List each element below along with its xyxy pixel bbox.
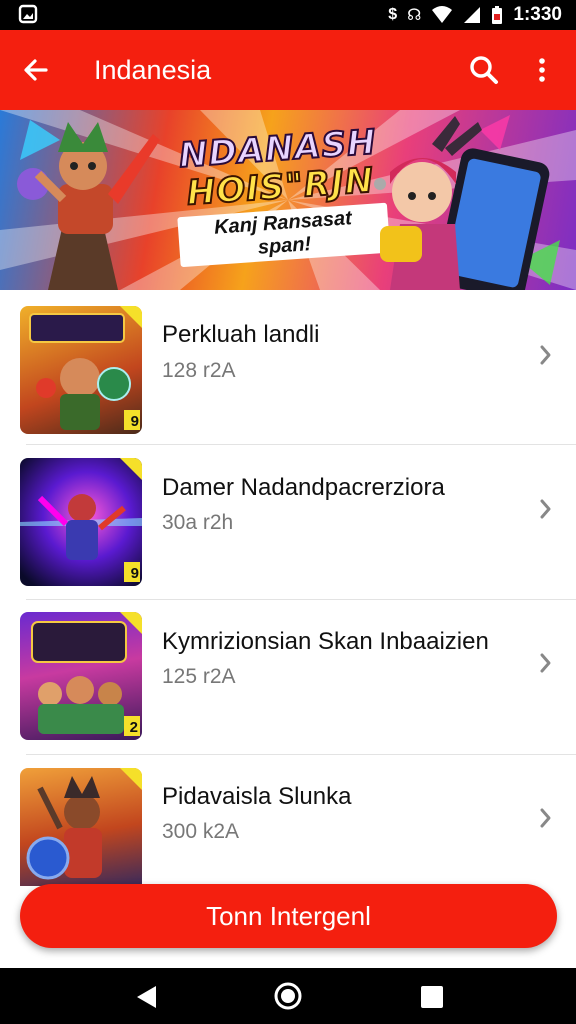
nav-back-icon[interactable]: [134, 984, 160, 1010]
chevron-right-icon[interactable]: [532, 804, 560, 832]
item-size: 125 r2A: [162, 665, 236, 688]
data-saver-icon: $: [388, 6, 398, 23]
thumbnail-badge: 9: [130, 413, 139, 430]
chevron-right-icon[interactable]: [532, 649, 560, 677]
app-bar: Indanesia: [0, 30, 576, 110]
hero-character-left: [8, 114, 178, 290]
hero-character-right: [360, 114, 570, 290]
item-size: 30a r2h: [162, 511, 234, 534]
more-vert-icon[interactable]: [524, 52, 560, 88]
item-title: Kymrizionsian Skan Inbaaizien: [162, 628, 489, 655]
vibrate-icon: ☊: [407, 7, 422, 24]
list-item[interactable]: 9 Perkluah landli 128 r2A: [0, 290, 576, 445]
item-title: Perkluah landli: [162, 321, 320, 348]
game-thumbnail: 2: [20, 612, 142, 740]
page-title: Indanesia: [94, 55, 212, 85]
thumbnail-badge: 2: [129, 719, 138, 736]
wifi-icon: [432, 6, 453, 23]
thumbnail-badge: 9: [130, 565, 139, 582]
item-title: Pidavaisla Slunka: [162, 783, 352, 810]
item-size: 128 r2A: [162, 359, 236, 382]
item-title: Damer Nadandpacrerziora: [162, 474, 445, 501]
status-bar: $ ☊ 1:330: [0, 0, 576, 30]
cell-signal-icon: [464, 7, 481, 23]
battery-icon: [492, 6, 503, 24]
notification-icon: [18, 4, 38, 24]
status-time: 1:330: [513, 4, 562, 25]
nav-recents-icon[interactable]: [420, 985, 444, 1009]
banner-headline: NDANASH HOIS"RJN Kanj Ransasat span!: [172, 121, 391, 268]
nav-home-icon[interactable]: [274, 982, 302, 1010]
status-icons: $ ☊ 1:330: [388, 3, 562, 27]
system-nav-bar: [0, 968, 576, 1024]
item-size: 300 k2A: [162, 820, 240, 843]
arrow-left-icon[interactable]: [18, 52, 54, 88]
promo-banner[interactable]: NDANASH HOIS"RJN Kanj Ransasat span!: [0, 110, 576, 290]
chevron-right-icon[interactable]: [532, 341, 560, 369]
game-thumbnail: [20, 768, 142, 886]
search-icon[interactable]: [466, 52, 502, 88]
game-thumbnail: 9: [20, 458, 142, 586]
chevron-right-icon[interactable]: [532, 495, 560, 523]
list-item[interactable]: 9 Damer Nadandpacrerziora 30a r2h: [0, 445, 576, 600]
list-item[interactable]: 2 Kymrizionsian Skan Inbaaizien 125 r2A: [0, 600, 576, 755]
primary-action-button[interactable]: Tonn Intergenl: [20, 884, 557, 948]
game-thumbnail: 9: [20, 306, 142, 434]
